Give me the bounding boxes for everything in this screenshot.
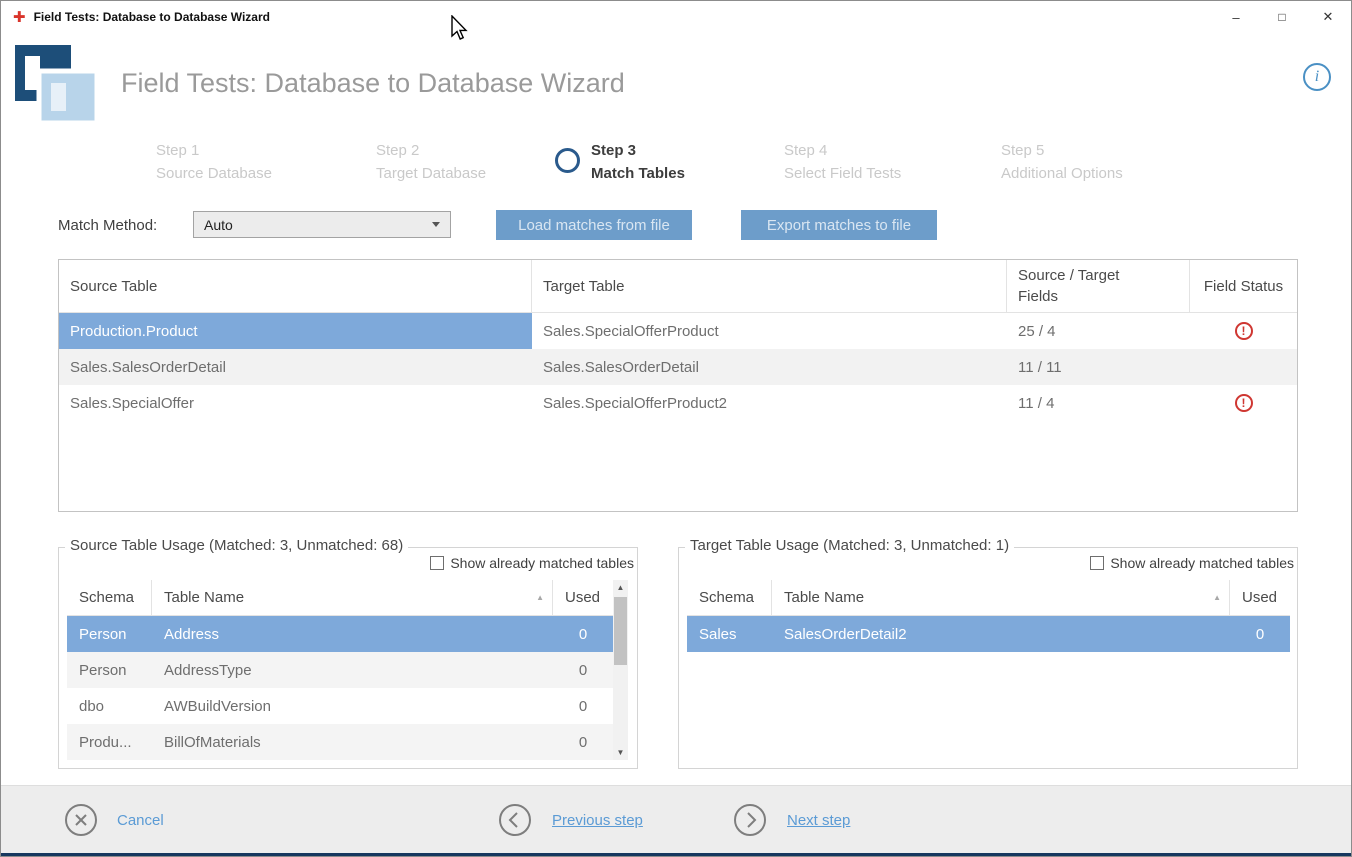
field-status-cell[interactable]: !: [1190, 313, 1297, 349]
bottom-accent-strip: [1, 853, 1351, 856]
match-method-value: Auto: [204, 217, 233, 233]
table-row[interactable]: Sales.SpecialOffer Sales.SpecialOfferPro…: [59, 385, 1297, 421]
show-matched-tables-checkbox-row[interactable]: Show already matched tables: [430, 555, 634, 571]
scrollbar-thumb[interactable]: [614, 597, 627, 665]
chevron-down-icon: [432, 222, 440, 227]
list-item[interactable]: dbo AWBuildVersion 0: [67, 688, 613, 724]
checkbox-label: Show already matched tables: [1110, 555, 1294, 571]
export-matches-button[interactable]: Export matches to file: [741, 210, 937, 240]
next-step-button[interactable]: Next step: [733, 803, 850, 837]
column-header-source-target-fields[interactable]: Source / Target Fields: [1007, 260, 1190, 312]
target-table-cell[interactable]: Sales.SpecialOfferProduct2: [532, 385, 1007, 421]
mouse-cursor: [450, 15, 468, 41]
list-item[interactable]: Person AddressType 0: [67, 652, 613, 688]
field-status-cell[interactable]: !: [1190, 385, 1297, 421]
checkbox-icon[interactable]: [430, 556, 444, 570]
page-title: Field Tests: Database to Database Wizard: [121, 68, 625, 99]
cancel-label: Cancel: [117, 812, 164, 829]
active-step-indicator-icon: [555, 148, 580, 173]
matches-table: Source Table Target Table Source / Targe…: [58, 259, 1298, 512]
column-header-schema[interactable]: Schema: [687, 580, 772, 615]
cancel-button[interactable]: Cancel: [64, 803, 164, 837]
match-method-dropdown[interactable]: Auto: [193, 211, 451, 238]
target-usage-title: Target Table Usage (Matched: 3, Unmatche…: [685, 537, 1014, 554]
checkbox-icon[interactable]: [1090, 556, 1104, 570]
step-3-match-tables[interactable]: Step 3 Match Tables: [591, 139, 685, 185]
app-logo-icon: [15, 45, 97, 129]
source-usage-title: Source Table Usage (Matched: 3, Unmatche…: [65, 537, 408, 554]
column-header-source-table[interactable]: Source Table: [59, 260, 532, 312]
column-header-used[interactable]: Used: [553, 580, 613, 615]
load-matches-button[interactable]: Load matches from file: [496, 210, 692, 240]
target-table-usage-group: Target Table Usage (Matched: 3, Unmatche…: [678, 547, 1298, 769]
maximize-button[interactable]: □: [1259, 1, 1305, 33]
title-bar: ✚ Field Tests: Database to Database Wiza…: [1, 1, 1351, 33]
list-item[interactable]: Person Address 0: [67, 616, 613, 652]
app-icon: ✚: [13, 10, 26, 25]
error-icon: !: [1235, 394, 1253, 412]
column-header-table-name[interactable]: Table Name ▲: [772, 580, 1230, 615]
field-status-cell[interactable]: [1190, 349, 1297, 385]
column-header-target-table[interactable]: Target Table: [532, 260, 1007, 312]
checkbox-label: Show already matched tables: [450, 555, 634, 571]
sort-ascending-icon: ▲: [1213, 593, 1221, 602]
previous-step-label: Previous step: [552, 812, 643, 829]
column-header-schema[interactable]: Schema: [67, 580, 152, 615]
footer-bar: Cancel Previous step Next step: [1, 785, 1351, 853]
scroll-down-icon[interactable]: ▼: [613, 745, 628, 760]
fields-count-cell[interactable]: 25 / 4: [1007, 313, 1190, 349]
next-step-label: Next step: [787, 812, 850, 829]
column-header-table-name[interactable]: Table Name ▲: [152, 580, 553, 615]
target-table-cell[interactable]: Sales.SpecialOfferProduct: [532, 313, 1007, 349]
target-usage-header: Schema Table Name ▲ Used: [687, 580, 1290, 616]
step-1-source-database[interactable]: Step 1 Source Database: [156, 139, 272, 185]
source-usage-table: Schema Table Name ▲ Used Person Address …: [67, 580, 628, 760]
source-table-usage-group: Source Table Usage (Matched: 3, Unmatche…: [58, 547, 638, 769]
fields-count-cell[interactable]: 11 / 11: [1007, 349, 1190, 385]
chevron-right-circle-icon: [733, 803, 767, 837]
match-method-label: Match Method:: [58, 217, 157, 234]
column-header-field-status[interactable]: Field Status: [1190, 260, 1297, 312]
app-window: ✚ Field Tests: Database to Database Wiza…: [0, 0, 1352, 857]
source-table-cell[interactable]: Production.Product: [59, 313, 532, 349]
column-header-used[interactable]: Used: [1230, 580, 1290, 615]
previous-step-button[interactable]: Previous step: [498, 803, 643, 837]
table-row[interactable]: Production.Product Sales.SpecialOfferPro…: [59, 313, 1297, 349]
target-table-cell[interactable]: Sales.SalesOrderDetail: [532, 349, 1007, 385]
window-title: Field Tests: Database to Database Wizard: [34, 10, 270, 24]
scroll-up-icon[interactable]: ▲: [613, 580, 628, 595]
source-table-cell[interactable]: Sales.SalesOrderDetail: [59, 349, 532, 385]
vertical-scrollbar[interactable]: ▲ ▼: [613, 580, 628, 760]
matches-table-header: Source Table Target Table Source / Targe…: [59, 260, 1297, 313]
sort-ascending-icon: ▲: [536, 593, 544, 602]
error-icon: !: [1235, 322, 1253, 340]
source-usage-header: Schema Table Name ▲ Used: [67, 580, 613, 616]
cancel-circle-icon: [64, 803, 98, 837]
target-usage-table: Schema Table Name ▲ Used Sales SalesOrde…: [687, 580, 1290, 652]
fields-count-cell[interactable]: 11 / 4: [1007, 385, 1190, 421]
list-item[interactable]: Sales SalesOrderDetail2 0: [687, 616, 1290, 652]
list-item[interactable]: Produ... BillOfMaterials 0: [67, 724, 613, 760]
close-button[interactable]: ✕: [1305, 1, 1351, 33]
step-4-select-field-tests[interactable]: Step 4 Select Field Tests: [784, 139, 901, 185]
info-icon[interactable]: i: [1303, 63, 1331, 91]
step-2-target-database[interactable]: Step 2 Target Database: [376, 139, 486, 185]
source-table-cell[interactable]: Sales.SpecialOffer: [59, 385, 532, 421]
step-5-additional-options[interactable]: Step 5 Additional Options: [1001, 139, 1123, 185]
show-matched-tables-checkbox-row[interactable]: Show already matched tables: [1090, 555, 1294, 571]
minimize-button[interactable]: –: [1213, 1, 1259, 33]
table-row[interactable]: Sales.SalesOrderDetail Sales.SalesOrderD…: [59, 349, 1297, 385]
chevron-left-circle-icon: [498, 803, 532, 837]
